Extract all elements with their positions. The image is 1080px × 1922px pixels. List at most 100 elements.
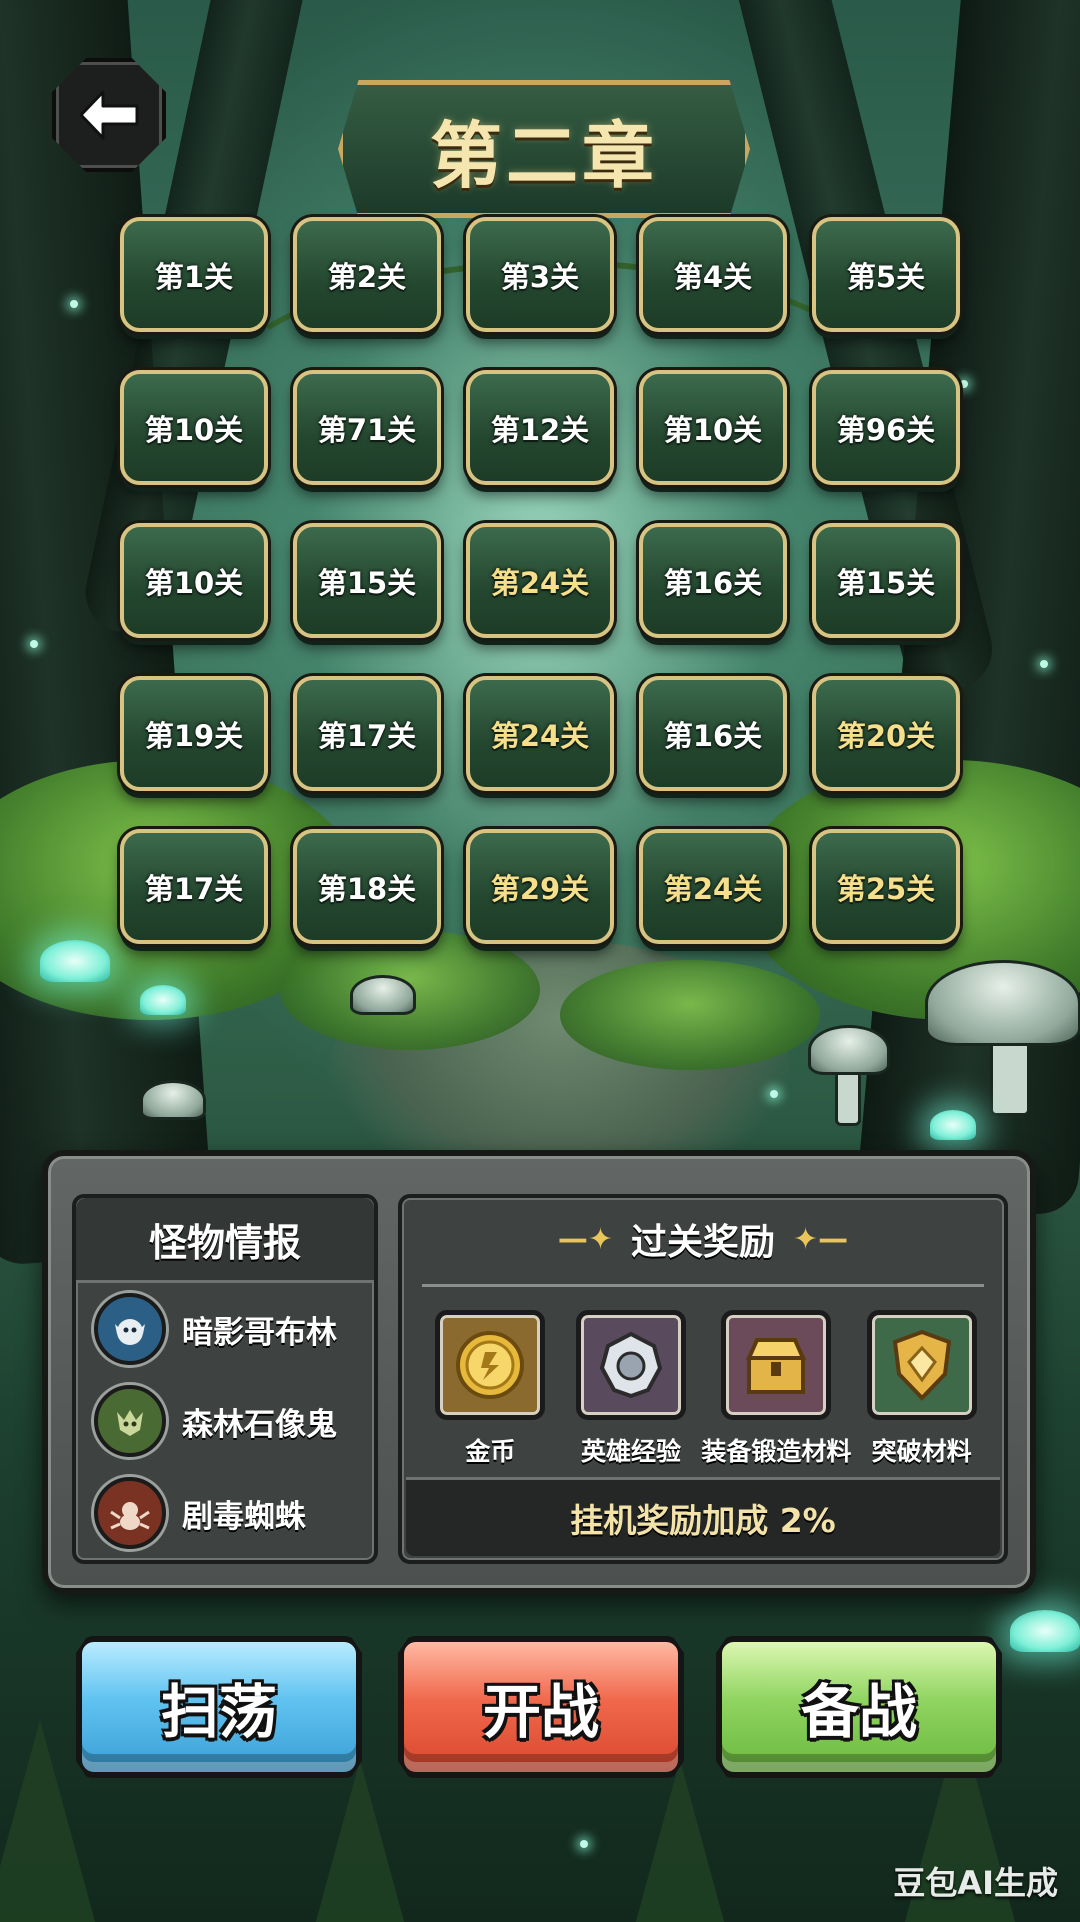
- level-button[interactable]: 第4关: [639, 217, 787, 332]
- reward-label: 英雄经验: [581, 1437, 682, 1466]
- reward-item[interactable]: 突破材料: [851, 1310, 992, 1468]
- info-panel: 怪物情报 暗影哥布林森林石像鬼剧毒蜘蛛 —✦ 过关奖励 ✦— 金币 英雄经验 装备锻…: [42, 1150, 1036, 1594]
- reward-box: —✦ 过关奖励 ✦— 金币 英雄经验 装备锻造材料 突破材料 挂机奖励加成 2%: [398, 1194, 1008, 1564]
- level-button[interactable]: 第17关: [293, 676, 441, 791]
- reward-items: 金币 英雄经验 装备锻造材料 突破材料: [420, 1310, 992, 1468]
- level-button[interactable]: 第15关: [293, 523, 441, 638]
- level-label: 第20关: [836, 718, 936, 753]
- level-button[interactable]: 第5关: [812, 217, 960, 332]
- idle-bonus-bar: 挂机奖励加成 2%: [406, 1477, 1000, 1556]
- goblin-icon: [94, 1293, 166, 1365]
- level-label: 第16关: [663, 565, 763, 600]
- level-label: 第10关: [144, 565, 244, 600]
- level-label: 第71关: [317, 412, 417, 447]
- glowing-mushroom: [930, 1110, 976, 1140]
- level-button[interactable]: 第12关: [466, 370, 614, 485]
- level-button[interactable]: 第24关: [466, 523, 614, 638]
- firefly: [30, 640, 38, 648]
- sweep-button[interactable]: 扫荡: [76, 1636, 362, 1778]
- mushroom-cap: [808, 1025, 890, 1075]
- level-button[interactable]: 第29关: [466, 829, 614, 944]
- level-label: 第15关: [317, 565, 417, 600]
- level-button[interactable]: 第24关: [466, 676, 614, 791]
- monster-name: 暗影哥布林: [182, 1314, 337, 1351]
- arrow-left-icon: [79, 90, 139, 140]
- firefly: [70, 300, 78, 308]
- monster-list-item[interactable]: 森林石像鬼: [76, 1375, 374, 1467]
- level-button[interactable]: 第25关: [812, 829, 960, 944]
- spider-icon: [94, 1477, 166, 1549]
- level-label: 第17关: [317, 718, 417, 753]
- level-button[interactable]: 第1关: [120, 217, 268, 332]
- level-label: 第19关: [144, 718, 244, 753]
- level-button[interactable]: 第16关: [639, 676, 787, 791]
- start-battle-button[interactable]: 开战: [398, 1636, 684, 1778]
- level-button[interactable]: 第24关: [639, 829, 787, 944]
- prepare-label: 备战: [800, 1678, 917, 1746]
- level-button[interactable]: 第10关: [639, 370, 787, 485]
- monster-info-title: 怪物情报: [148, 1220, 301, 1265]
- level-label: 第17关: [144, 871, 244, 906]
- fern: [620, 1760, 740, 1922]
- level-button[interactable]: 第15关: [812, 523, 960, 638]
- level-label: 第10关: [663, 412, 763, 447]
- firefly: [960, 380, 968, 388]
- monster-list-item[interactable]: 暗影哥布林: [76, 1283, 374, 1375]
- reward-title: 过关奖励: [630, 1222, 775, 1263]
- monster-list-item[interactable]: 剧毒蜘蛛: [76, 1467, 374, 1559]
- level-button[interactable]: 第16关: [639, 523, 787, 638]
- reward-item[interactable]: 金币: [420, 1310, 561, 1468]
- fern: [300, 1760, 420, 1922]
- level-button[interactable]: 第2关: [293, 217, 441, 332]
- sparkle-left-icon: —✦: [557, 1221, 613, 1257]
- level-button[interactable]: 第20关: [812, 676, 960, 791]
- gold-coin-icon: [435, 1310, 546, 1420]
- treasure-chest-icon: [721, 1310, 832, 1420]
- level-label: 第29关: [490, 871, 590, 906]
- monster-list: 暗影哥布林森林石像鬼剧毒蜘蛛: [76, 1283, 374, 1559]
- ai-watermark: 豆包AI生成: [893, 1864, 1058, 1902]
- level-label: 第96关: [836, 412, 936, 447]
- level-button[interactable]: 第71关: [293, 370, 441, 485]
- monster-info-header: 怪物情报: [76, 1198, 374, 1283]
- level-label: 第12关: [490, 412, 590, 447]
- level-button[interactable]: 第10关: [120, 523, 268, 638]
- hero-exp-icon: [576, 1310, 686, 1420]
- sparkle-right-icon: ✦—: [793, 1221, 849, 1257]
- level-label: 第3关: [500, 259, 580, 294]
- shield-crystal-icon: [866, 1310, 977, 1420]
- firefly: [770, 1090, 778, 1098]
- level-label: 第25关: [836, 871, 936, 906]
- monster-info-box: 怪物情报 暗影哥布林森林石像鬼剧毒蜘蛛: [72, 1194, 378, 1564]
- level-label: 第10关: [144, 412, 244, 447]
- level-button[interactable]: 第96关: [812, 370, 960, 485]
- sweep-label: 扫荡: [160, 1678, 277, 1746]
- level-label: 第24关: [490, 718, 590, 753]
- reward-label: 突破材料: [871, 1437, 972, 1466]
- level-label: 第1关: [154, 259, 234, 294]
- level-button[interactable]: 第19关: [120, 676, 268, 791]
- level-button[interactable]: 第10关: [120, 370, 268, 485]
- firefly: [580, 1840, 588, 1848]
- moss-center-right: [560, 960, 820, 1070]
- level-button[interactable]: 第3关: [466, 217, 614, 332]
- glowing-mushroom: [140, 985, 186, 1015]
- reward-header: —✦ 过关奖励 ✦—: [402, 1198, 1004, 1280]
- glowing-mushroom: [1010, 1610, 1080, 1652]
- mushroom-cap: [140, 1080, 206, 1120]
- level-label: 第18关: [317, 871, 417, 906]
- level-label: 第24关: [490, 565, 590, 600]
- level-button[interactable]: 第18关: [293, 829, 441, 944]
- mushroom-cap: [350, 975, 416, 1015]
- chapter-title: 第二章: [429, 113, 658, 198]
- level-label: 第4关: [673, 259, 753, 294]
- idle-bonus-text: 挂机奖励加成 2%: [570, 1501, 836, 1540]
- start-battle-label: 开战: [482, 1678, 599, 1746]
- reward-item[interactable]: 装备锻造材料: [701, 1310, 851, 1468]
- reward-item[interactable]: 英雄经验: [561, 1310, 702, 1468]
- prepare-button[interactable]: 备战: [716, 1636, 1002, 1778]
- monster-name: 森林石像鬼: [182, 1406, 337, 1443]
- chapter-title-banner: 第二章: [338, 80, 750, 218]
- level-button[interactable]: 第17关: [120, 829, 268, 944]
- level-label: 第5关: [846, 259, 926, 294]
